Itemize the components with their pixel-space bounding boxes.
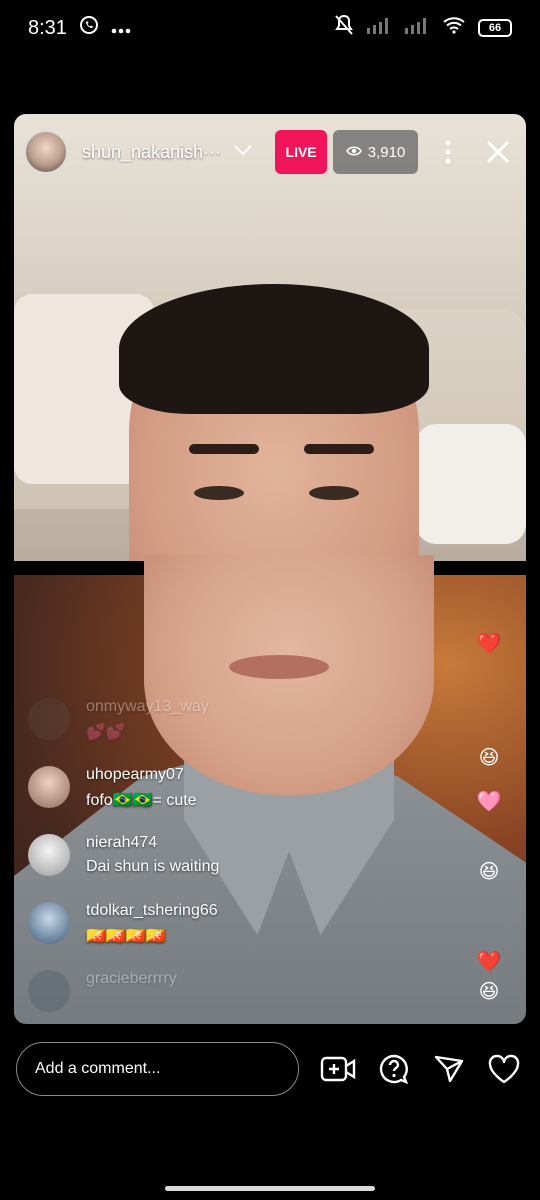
heart-icon[interactable] [485,1049,524,1089]
eye-icon [345,144,362,161]
signal-icon [366,16,392,40]
lips [229,655,329,679]
comment-avatar[interactable] [28,698,70,740]
reaction-laugh: 😆 [478,746,500,769]
chevron-down-icon[interactable] [233,143,253,161]
live-badge: LIVE [275,130,328,174]
host-hair [119,284,429,414]
live-stream-frame: shun_nakanish··· LIVE 3,910 ❤️ 😆 🩷 😆 ❤️ … [14,114,526,1024]
signal-icon [404,16,430,40]
comment-username[interactable]: nierah474 [86,834,219,852]
viewer-count[interactable]: 3,910 [333,130,419,174]
status-right: 66 [334,14,512,42]
comment-text: 💕💕 [86,724,126,741]
more-options-button[interactable] [438,132,458,172]
reaction-laugh: 😆 [478,860,500,883]
battery-indicator: 66 [478,19,512,37]
status-bar: 8:31 66 [0,0,540,56]
comment-avatar[interactable] [28,970,70,1012]
eye-left [194,486,244,500]
eye-right [309,486,359,500]
username[interactable]: shun_nakanish··· [82,142,221,163]
comment-body: tdolkar_tshering66 🇧🇹🇧🇹🇧🇹🇧🇹 [86,902,218,946]
send-icon[interactable] [429,1049,468,1089]
eyebrow-left [189,444,259,454]
eyebrow-right [304,444,374,454]
reaction-heart: ❤️ [476,950,502,973]
comment-item[interactable]: onmyway13_way 💕💕 [14,698,434,742]
home-indicator[interactable] [165,1186,375,1191]
bottom-bar [0,1036,540,1102]
video-add-icon[interactable] [319,1049,358,1089]
comment-username[interactable]: tdolkar_tshering66 [86,902,218,920]
comment-username[interactable]: onmyway13_way [86,698,209,716]
comment-username[interactable]: gracieberrrry [86,970,177,988]
whatsapp-icon [79,15,99,41]
comment-text: fofo🇧🇷🇧🇷= cute [86,792,197,809]
comment-avatar[interactable] [28,902,70,944]
comment-body: nierah474 Dai shun is waiting [86,834,219,876]
comment-input[interactable] [16,1042,299,1096]
status-time: 8:31 [28,16,67,39]
comment-avatar[interactable] [28,766,70,808]
reaction-heart: ❤️ [476,632,502,655]
close-button[interactable] [482,132,514,172]
comment-item[interactable]: tdolkar_tshering66 🇧🇹🇧🇹🇧🇹🇧🇹 [14,902,434,946]
more-notifications-icon [111,17,131,40]
comment-item[interactable]: nierah474 Dai shun is waiting [14,834,434,876]
status-left: 8:31 [28,15,131,41]
reaction-laugh: 😆 [478,980,500,1003]
viewer-count-value: 3,910 [367,143,406,161]
comment-body: uhopearmy07 fofo🇧🇷🇧🇷= cute [86,766,197,810]
question-icon[interactable] [374,1049,413,1089]
wifi-icon [442,16,466,40]
comment-text: 🇧🇹🇧🇹🇧🇹🇧🇹 [86,928,166,945]
comment-item[interactable]: uhopearmy07 fofo🇧🇷🇧🇷= cute [14,766,434,810]
bell-off-icon [334,14,354,42]
comment-avatar[interactable] [28,834,70,876]
pillow [416,424,526,544]
comment-username[interactable]: uhopearmy07 [86,766,197,784]
comment-body: gracieberrrry [86,970,177,1012]
comment-item[interactable]: gracieberrrry [14,970,434,1012]
reaction-heart: 🩷 [476,790,502,813]
comment-body: onmyway13_way 💕💕 [86,698,209,742]
avatar[interactable] [24,130,68,174]
live-header: shun_nakanish··· LIVE 3,910 [14,114,526,190]
comment-text: Dai shun is waiting [86,858,220,875]
